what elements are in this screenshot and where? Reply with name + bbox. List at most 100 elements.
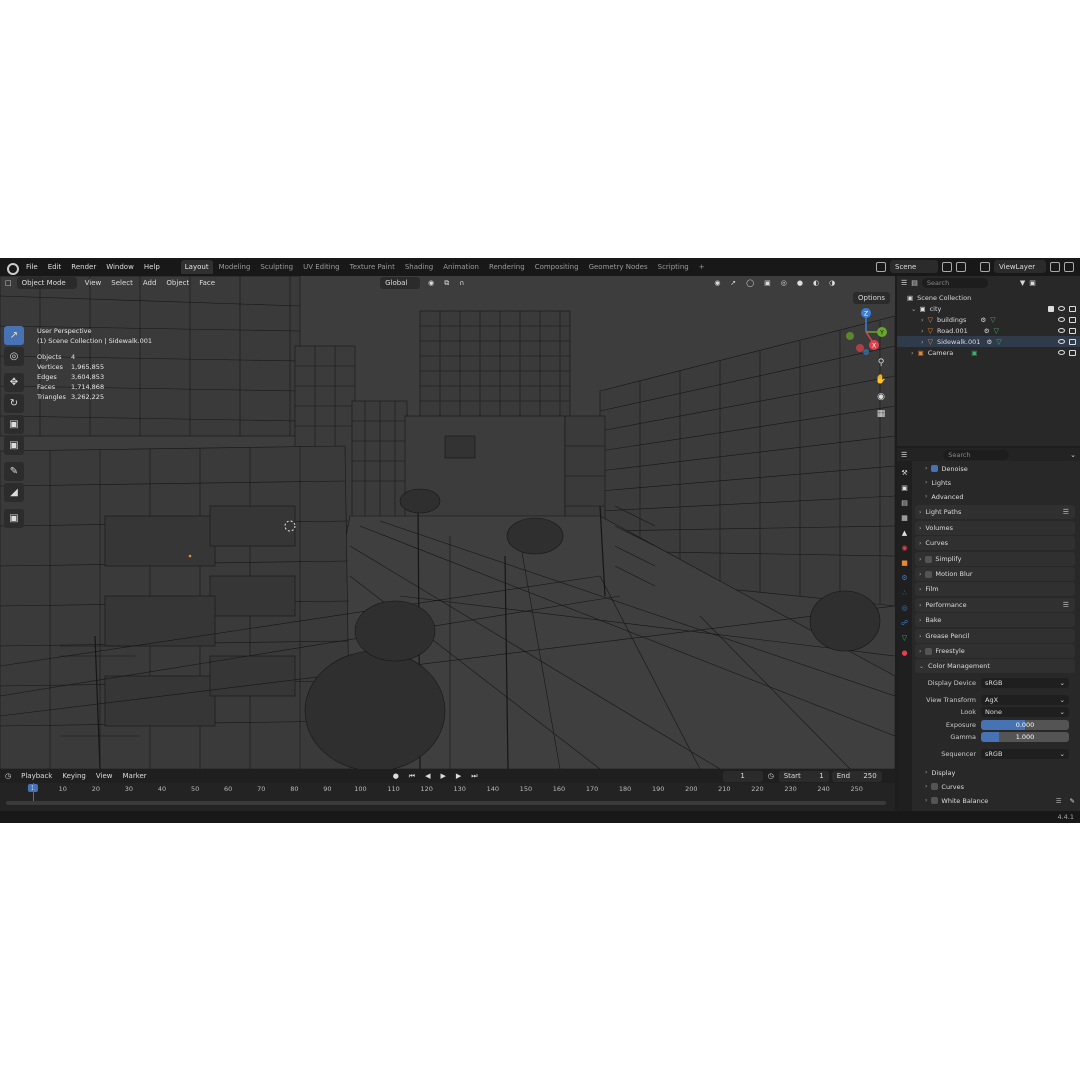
blender-logo-icon[interactable] bbox=[4, 260, 19, 275]
white-balance-subpanel[interactable]: › White Balance ☰ ✎ bbox=[925, 794, 1075, 807]
delete-scene-icon[interactable] bbox=[956, 261, 966, 272]
eye-icon[interactable] bbox=[1058, 349, 1065, 355]
filter-icon[interactable]: ▼ bbox=[1020, 279, 1025, 287]
properties-editor-icon[interactable]: ☰ bbox=[901, 451, 907, 459]
panel-volumes[interactable]: › Volumes bbox=[915, 521, 1075, 535]
panel-freestyle[interactable]: › Freestyle bbox=[915, 644, 1075, 658]
outliner-row-camera[interactable]: › ▣ Camera ▣ bbox=[897, 347, 1080, 358]
proportional-edit-icon[interactable]: ∩ bbox=[454, 279, 469, 287]
panel-color-management[interactable]: ⌄ Color Management bbox=[915, 659, 1075, 673]
gizmo-toggle-icon[interactable]: ➚ bbox=[725, 279, 741, 287]
exclude-checkbox[interactable] bbox=[1048, 305, 1054, 312]
overlay-toggle-icon[interactable]: ◯ bbox=[741, 279, 759, 287]
timeline-editor-icon[interactable]: ◷ bbox=[0, 772, 16, 780]
view-layer-field[interactable]: ViewLayer bbox=[994, 260, 1046, 273]
simplify-checkbox[interactable] bbox=[925, 555, 933, 563]
tool-tab-icon[interactable]: ⚒ bbox=[899, 467, 910, 478]
menu-face[interactable]: Face bbox=[194, 279, 220, 287]
3d-viewport[interactable]: □ Object Mode View Select Add Object Fac… bbox=[0, 276, 895, 769]
move-tool-icon[interactable]: ✥ bbox=[4, 373, 24, 392]
tab-animation[interactable]: Animation bbox=[439, 260, 483, 274]
list-icon[interactable]: ☰ bbox=[1056, 797, 1062, 805]
frame-ruler[interactable]: 1102030405060708090100110120130140150160… bbox=[0, 783, 895, 795]
menu-keying[interactable]: Keying bbox=[57, 772, 91, 780]
chevron-right-icon[interactable]: › bbox=[911, 349, 914, 357]
panel-motion-blur[interactable]: › Motion Blur bbox=[915, 567, 1075, 581]
current-frame-field[interactable]: 1 bbox=[722, 770, 763, 782]
outliner-search-input[interactable]: Search bbox=[921, 278, 988, 288]
display-subpanel[interactable]: › Display bbox=[925, 766, 955, 779]
measure-tool-icon[interactable]: ◢ bbox=[4, 483, 24, 502]
chevron-right-icon[interactable]: › bbox=[925, 479, 927, 486]
tab-compositing[interactable]: Compositing bbox=[531, 260, 583, 274]
shading-solid-icon[interactable]: ● bbox=[792, 279, 808, 287]
chevron-right-icon[interactable]: › bbox=[921, 327, 924, 335]
look-dropdown[interactable]: None ⌄ bbox=[981, 706, 1069, 717]
rotate-tool-icon[interactable]: ↻ bbox=[4, 394, 24, 413]
menu-playback[interactable]: Playback bbox=[16, 772, 57, 780]
select-tool-icon[interactable]: ↗ bbox=[4, 326, 24, 345]
cursor-tool-icon[interactable]: ◎ bbox=[4, 347, 24, 366]
properties-search-input[interactable]: Search bbox=[943, 449, 1010, 460]
menu-view[interactable]: View bbox=[80, 279, 107, 287]
display-mode-icon[interactable]: ▤ bbox=[911, 279, 918, 287]
record-icon[interactable]: ● bbox=[388, 772, 404, 780]
view-layer-tab-icon[interactable]: ▦ bbox=[899, 512, 910, 523]
view-object-types-icon[interactable]: ◉ bbox=[709, 279, 725, 287]
camera-render-icon[interactable] bbox=[1069, 349, 1076, 356]
shading-material-icon[interactable]: ◐ bbox=[808, 279, 824, 287]
list-icon[interactable]: ☰ bbox=[1063, 508, 1069, 516]
options-dropdown[interactable]: Options bbox=[852, 292, 890, 304]
eye-icon[interactable] bbox=[1058, 338, 1065, 344]
tab-layout[interactable]: Layout bbox=[180, 260, 213, 274]
scene-field[interactable]: Scene bbox=[890, 260, 938, 273]
outliner-row-sidewalk[interactable]: › ▽ Sidewalk.001 ⚙ ▽ bbox=[897, 336, 1080, 347]
copy-scene-icon[interactable] bbox=[942, 261, 952, 272]
eyedropper-icon[interactable]: ✎ bbox=[1070, 797, 1075, 805]
panel-grease-pencil[interactable]: › Grease Pencil bbox=[915, 629, 1075, 643]
timeline-scrollbar[interactable] bbox=[6, 801, 886, 805]
camera-render-icon[interactable] bbox=[1069, 338, 1076, 345]
jump-end-icon[interactable]: ⏭ bbox=[466, 772, 482, 781]
add-cube-tool-icon[interactable]: ▣ bbox=[4, 509, 24, 528]
tab-geometry-nodes[interactable]: Geometry Nodes bbox=[585, 260, 652, 274]
menu-edit[interactable]: Edit bbox=[43, 263, 67, 271]
panel-film[interactable]: › Film bbox=[915, 582, 1075, 596]
panel-bake[interactable]: › Bake bbox=[915, 613, 1075, 627]
denoise-checkbox[interactable] bbox=[931, 465, 939, 472]
world-tab-icon[interactable]: ◉ bbox=[899, 542, 910, 553]
display-device-dropdown[interactable]: sRGB ⌄ bbox=[981, 677, 1069, 688]
perspective-toggle-icon[interactable]: ▦ bbox=[874, 407, 888, 421]
new-collection-icon[interactable]: ▣ bbox=[1029, 279, 1036, 287]
tab-shading[interactable]: Shading bbox=[401, 260, 437, 274]
copy-view-layer-icon[interactable] bbox=[1050, 261, 1060, 272]
prev-keyframe-icon[interactable]: ◀ bbox=[420, 772, 435, 780]
tab-scripting[interactable]: Scripting bbox=[654, 260, 693, 274]
panel-simplify[interactable]: › Simplify bbox=[915, 552, 1075, 566]
menu-file[interactable]: File bbox=[21, 263, 43, 271]
view-transform-dropdown[interactable]: AgX ⌄ bbox=[981, 694, 1069, 705]
motion-blur-checkbox[interactable] bbox=[925, 570, 933, 578]
tab-texture-paint[interactable]: Texture Paint bbox=[346, 260, 399, 274]
chevron-right-icon[interactable]: › bbox=[925, 465, 927, 472]
camera-render-icon[interactable] bbox=[1069, 327, 1076, 334]
pivot-icon[interactable]: ◉ bbox=[423, 279, 439, 287]
tab-uv-editing[interactable]: UV Editing bbox=[299, 260, 344, 274]
outliner-editor-icon[interactable]: ☰ bbox=[901, 279, 907, 287]
chevron-right-icon[interactable]: › bbox=[925, 797, 927, 804]
menu-help[interactable]: Help bbox=[139, 263, 165, 271]
menu-marker[interactable]: Marker bbox=[117, 772, 151, 780]
physics-tab-icon[interactable]: ◎ bbox=[899, 602, 910, 613]
jump-start-icon[interactable]: ⏮ bbox=[404, 772, 420, 781]
annotate-tool-icon[interactable]: ✎ bbox=[4, 462, 24, 481]
scene-tab-icon[interactable]: ▲ bbox=[899, 527, 910, 538]
panel-performance[interactable]: › Performance ☰ bbox=[915, 598, 1075, 612]
material-tab-icon[interactable]: ● bbox=[899, 647, 910, 658]
denoise-row[interactable]: › Denoise bbox=[925, 462, 968, 475]
play-icon[interactable]: ▶ bbox=[436, 772, 451, 780]
object-tab-icon[interactable]: ■ bbox=[899, 557, 910, 568]
curves-checkbox[interactable] bbox=[931, 783, 939, 790]
tab-sculpting[interactable]: Sculpting bbox=[256, 260, 297, 274]
outliner-row-road[interactable]: › ▽ Road.001 ⚙ ▽ bbox=[897, 325, 1080, 336]
editor-type-icon[interactable]: □ bbox=[0, 279, 17, 287]
